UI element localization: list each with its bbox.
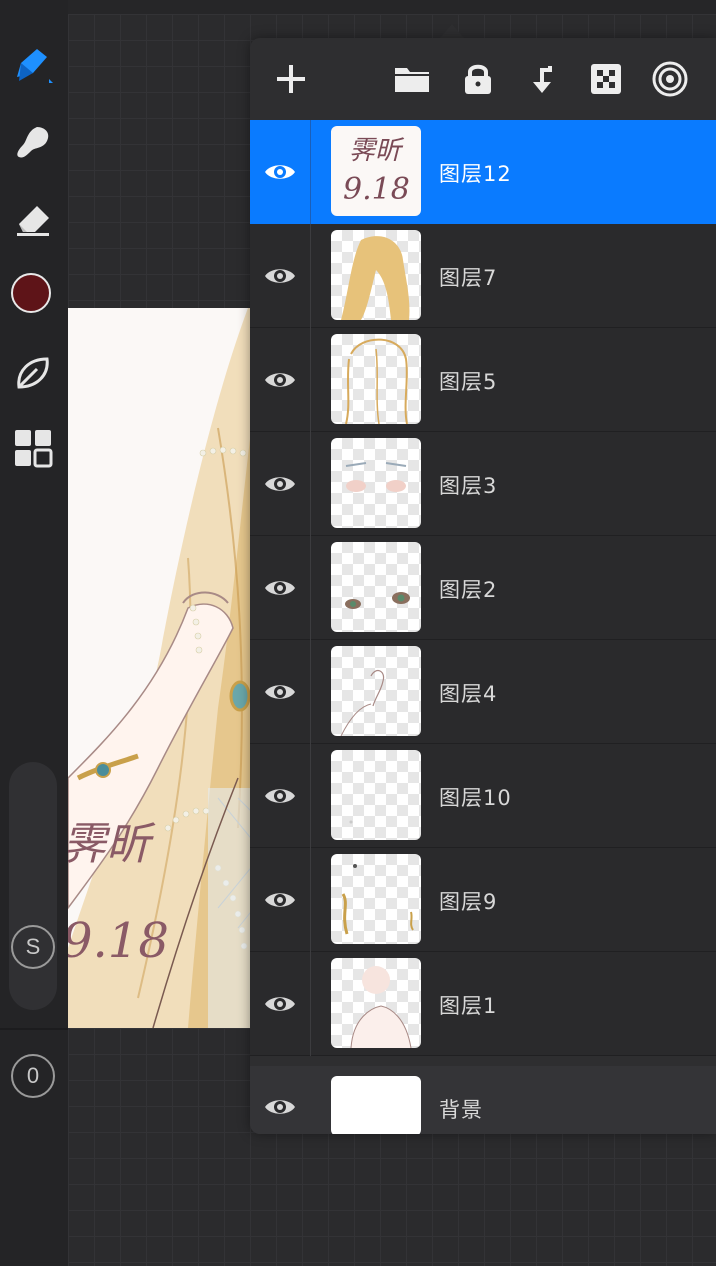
row-divider (310, 224, 311, 328)
row-divider (310, 952, 311, 1056)
signature-line2: 9.18 (68, 913, 169, 969)
thumb-signature-line2: 9.18 (343, 172, 410, 207)
visibility-eye-icon[interactable] (260, 360, 300, 400)
layer-row[interactable]: 图层3 (250, 432, 716, 536)
layer-name: 图层1 (439, 994, 498, 1018)
visibility-eye-icon[interactable] (260, 672, 300, 712)
brush-size-slider[interactable] (9, 762, 57, 1010)
visibility-eye-icon[interactable] (260, 568, 300, 608)
layer-thumbnail[interactable] (331, 854, 421, 944)
eraser-icon[interactable] (10, 197, 56, 243)
row-divider (310, 328, 311, 432)
alpha-lock-icon[interactable] (585, 58, 627, 100)
layer-row[interactable]: 霁昕 9.18 图层12 (250, 120, 716, 224)
add-layer-icon[interactable] (270, 58, 312, 100)
folder-icon[interactable] (391, 58, 433, 100)
layer-name: 图层5 (439, 370, 498, 394)
row-divider (310, 640, 311, 744)
thumb-signature-line1: 霁昕 (349, 136, 402, 166)
top-status-strip (0, 0, 716, 14)
layer-name: 图层3 (439, 474, 498, 498)
layer-row[interactable]: 图层7 (250, 224, 716, 328)
left-toolbar: S 0 (0, 0, 68, 1266)
lock-icon[interactable] (457, 58, 499, 100)
smudge-icon[interactable] (10, 120, 56, 166)
layer-thumbnail[interactable]: 霁昕 9.18 (331, 126, 421, 216)
visibility-eye-icon[interactable] (260, 880, 300, 920)
layer-row[interactable]: 图层1 (250, 952, 716, 1056)
layer-name: 图层12 (439, 162, 512, 186)
layer-name: 图层7 (439, 266, 498, 290)
layer-name: 图层4 (439, 682, 498, 706)
layer-thumbnail[interactable] (331, 230, 421, 320)
layer-name: 图层9 (439, 890, 498, 914)
paint-brush-icon[interactable] (10, 42, 56, 88)
visibility-eye-icon[interactable] (260, 464, 300, 504)
layer-thumbnail[interactable] (331, 438, 421, 528)
row-divider (310, 536, 311, 640)
row-divider (310, 432, 311, 536)
merge-down-icon[interactable] (520, 58, 562, 100)
grid-icon[interactable] (10, 425, 56, 471)
layer-thumbnail[interactable] (331, 542, 421, 632)
background-layer-name: 背景 (439, 1098, 483, 1122)
layers-toolbar (250, 38, 716, 120)
layer-row[interactable]: 图层10 (250, 744, 716, 848)
visibility-eye-icon[interactable] (260, 152, 300, 192)
row-divider (310, 848, 311, 952)
layer-thumbnail[interactable] (331, 646, 421, 736)
layer-thumbnail[interactable] (331, 958, 421, 1048)
target-icon[interactable] (649, 58, 691, 100)
panel-pointer (440, 24, 464, 38)
symmetry-button[interactable]: S (11, 925, 55, 969)
visibility-eye-icon[interactable] (260, 776, 300, 816)
row-divider (310, 744, 311, 848)
layers-panel: 霁昕 9.18 图层12 图层7 图层5 图层3 图层2 图层4 图层10 图层9 图层1 背景 (250, 38, 716, 1134)
layer-row[interactable]: 图层5 (250, 328, 716, 432)
background-color-thumbnail[interactable] (331, 1076, 421, 1134)
layer-thumbnail[interactable] (331, 750, 421, 840)
visibility-eye-icon[interactable] (260, 984, 300, 1024)
symmetry-label: S (25, 934, 41, 959)
layer-name: 图层10 (439, 786, 512, 810)
layer-row[interactable]: 图层9 (250, 848, 716, 952)
layer-row[interactable]: 图层4 (250, 640, 716, 744)
signature-line1: 霁昕 (68, 819, 150, 870)
visibility-eye-icon[interactable] (260, 1087, 300, 1127)
visibility-eye-icon[interactable] (260, 256, 300, 296)
opacity-label: 0 (26, 1063, 40, 1088)
layer-name: 图层2 (439, 578, 498, 602)
background-layer-row[interactable]: 背景 (250, 1066, 716, 1134)
color-swatch[interactable] (11, 273, 51, 313)
row-divider (310, 120, 311, 224)
leaf-icon[interactable] (10, 350, 56, 396)
layer-thumbnail[interactable] (331, 334, 421, 424)
opacity-button[interactable]: 0 (11, 1054, 55, 1098)
layer-row[interactable]: 图层2 (250, 536, 716, 640)
toolbar-divider (0, 1028, 68, 1030)
